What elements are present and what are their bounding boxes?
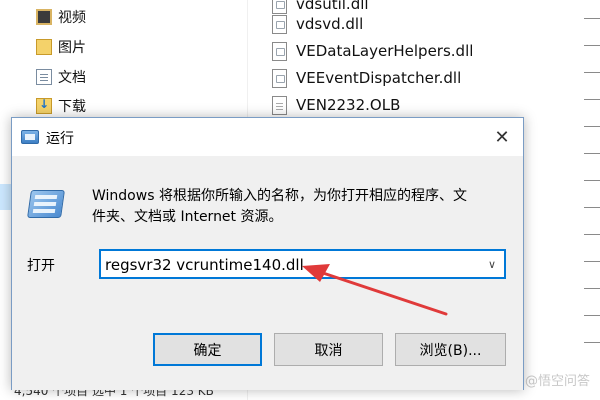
column-divider	[584, 126, 600, 127]
column-divider	[584, 18, 600, 19]
generic-file-icon	[272, 95, 287, 115]
file-name: VEEventDispatcher.dll	[296, 69, 462, 87]
dialog-titlebar[interactable]: 运行 ✕	[12, 118, 523, 156]
watermark-text: @悟空问答	[524, 374, 590, 389]
nav-item-label: 文档	[58, 70, 86, 86]
description-line: 件夹、文档或 Internet 资源。	[92, 209, 283, 225]
dll-file-icon	[272, 14, 287, 34]
column-divider	[584, 315, 600, 316]
open-label: 打开	[27, 258, 55, 274]
column-divider	[584, 342, 600, 343]
dll-file-icon	[272, 68, 287, 88]
run-dialog: 运行 ✕ Windows 将根据你所输入的名称，为你打开相应的程序、文 件夹、文…	[11, 117, 524, 390]
downloads-folder-icon	[36, 97, 52, 114]
column-divider	[584, 180, 600, 181]
column-divider	[584, 207, 600, 208]
dll-file-icon	[272, 41, 287, 61]
file-item[interactable]: VEEventDispatcher.dll	[272, 66, 461, 90]
file-item[interactable]: VEDataLayerHelpers.dll	[272, 39, 473, 63]
ok-button[interactable]: 确定	[153, 333, 262, 366]
description-line: Windows 将根据你所输入的名称，为你打开相应的程序、文	[92, 188, 467, 204]
nav-item-downloads[interactable]: 下载	[36, 95, 86, 117]
run-program-icon	[27, 190, 65, 218]
nav-item-label: 下载	[58, 99, 86, 115]
column-divider	[584, 45, 600, 46]
column-divider	[584, 234, 600, 235]
column-divider	[584, 153, 600, 154]
run-app-icon	[21, 130, 39, 144]
dialog-title: 运行	[46, 131, 74, 147]
nav-item-label: 视频	[58, 10, 86, 26]
column-divider	[584, 288, 600, 289]
command-input[interactable]	[105, 254, 475, 276]
chevron-down-icon[interactable]: ∨	[484, 256, 500, 274]
column-divider	[584, 72, 600, 73]
nav-item-videos[interactable]: 视频	[36, 6, 86, 28]
command-combobox[interactable]: ∨	[99, 249, 506, 279]
nav-item-pictures[interactable]: 图片	[36, 36, 86, 58]
file-item[interactable]: vdsvd.dll	[272, 12, 363, 36]
browse-button[interactable]: 浏览(B)...	[395, 333, 506, 366]
nav-item-documents[interactable]: 文档	[36, 66, 86, 88]
cancel-button[interactable]: 取消	[274, 333, 383, 366]
file-item[interactable]: VEN2232.OLB	[272, 93, 400, 117]
nav-item-label: 图片	[58, 40, 86, 56]
video-folder-icon	[36, 9, 52, 25]
file-name: vdsvd.dll	[296, 15, 364, 33]
file-name: VEDataLayerHelpers.dll	[296, 42, 474, 60]
pictures-folder-icon	[36, 39, 52, 55]
dialog-description: Windows 将根据你所输入的名称，为你打开相应的程序、文 件夹、文档或 In…	[92, 186, 512, 228]
file-name: VEN2232.OLB	[296, 96, 401, 114]
documents-folder-icon	[36, 69, 52, 85]
close-button[interactable]: ✕	[489, 124, 515, 150]
column-divider	[584, 99, 600, 100]
column-divider	[584, 261, 600, 262]
